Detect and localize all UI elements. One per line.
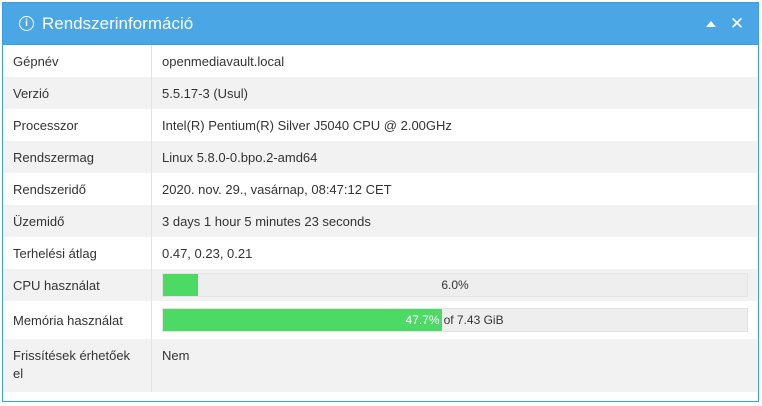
table-row-hostname: Gépnév openmediavault.local xyxy=(3,45,758,77)
memory-percent-text: 47.7% xyxy=(405,313,440,327)
row-label: Rendszermag xyxy=(3,141,152,173)
row-label: Verzió xyxy=(3,77,152,109)
memory-progress-bar: 47.7% of 7.43 GiB xyxy=(162,308,748,332)
table-row-version: Verzió 5.5.17-3 (Usul) xyxy=(3,77,758,109)
row-value: 6.0% xyxy=(152,269,759,301)
row-value: 2020. nov. 29., vasárnap, 08:47:12 CET xyxy=(162,181,392,197)
row-value: 47.7% of 7.43 GiB xyxy=(152,301,759,339)
row-label: Rendszeridő xyxy=(3,173,152,205)
system-info-panel: i Rendszerinformáció ✕ Gépnév openmediav… xyxy=(2,2,759,402)
table-row-processor: Processzor Intel(R) Pentium(R) Silver J5… xyxy=(3,109,758,141)
table-row-uptime: Üzemidő 3 days 1 hour 5 minutes 23 secon… xyxy=(3,205,758,237)
table-row-updates: Frissítések érhetőek el Nem xyxy=(3,339,758,392)
row-label: Gépnév xyxy=(3,45,152,77)
cpu-progress-bar: 6.0% xyxy=(162,273,748,297)
table-row-kernel: Rendszermag Linux 5.8.0-0.bpo.2-amd64 xyxy=(3,141,758,173)
panel-header: i Rendszerinformáció ✕ xyxy=(3,3,758,45)
table-row-system-time: Rendszeridő 2020. nov. 29., vasárnap, 08… xyxy=(3,173,758,205)
collapse-button[interactable] xyxy=(704,17,718,31)
row-value: Nem xyxy=(162,348,190,363)
memory-total-text: of 7.43 GiB xyxy=(443,313,504,327)
row-label: Memória használat xyxy=(3,301,152,339)
table-row-cpu-usage: CPU használat 6.0% xyxy=(3,269,758,301)
cpu-progress-text: 6.0% xyxy=(441,278,469,292)
table-row-load-average: Terhelési átlag 0.47, 0.23, 0.21 xyxy=(3,237,758,269)
info-table: Gépnév openmediavault.local Verzió 5.5.1… xyxy=(3,45,758,392)
row-value: 3 days 1 hour 5 minutes 23 seconds xyxy=(162,213,371,229)
row-value: openmediavault.local xyxy=(162,53,285,69)
row-label: Frissítések érhetőek el xyxy=(3,339,152,392)
row-label: CPU használat xyxy=(3,269,152,301)
close-button[interactable]: ✕ xyxy=(729,13,745,33)
row-value: 0.47, 0.23, 0.21 xyxy=(162,245,253,261)
close-icon: ✕ xyxy=(729,13,745,33)
row-value: 5.5.17-3 (Usul) xyxy=(162,85,248,101)
table-row-memory-usage: Memória használat 47.7% of 7.43 GiB xyxy=(3,301,758,339)
row-label: Üzemidő xyxy=(3,205,152,237)
panel-tools: ✕ xyxy=(704,13,745,33)
info-circle-icon: i xyxy=(19,16,34,31)
row-label: Terhelési átlag xyxy=(3,237,152,269)
caret-up-icon xyxy=(706,20,716,27)
row-value: Intel(R) Pentium(R) Silver J5040 CPU @ 2… xyxy=(162,117,452,133)
panel-title: Rendszerinformáció xyxy=(42,13,194,33)
row-value: Linux 5.8.0-0.bpo.2-amd64 xyxy=(162,149,318,165)
row-label: Processzor xyxy=(3,109,152,141)
